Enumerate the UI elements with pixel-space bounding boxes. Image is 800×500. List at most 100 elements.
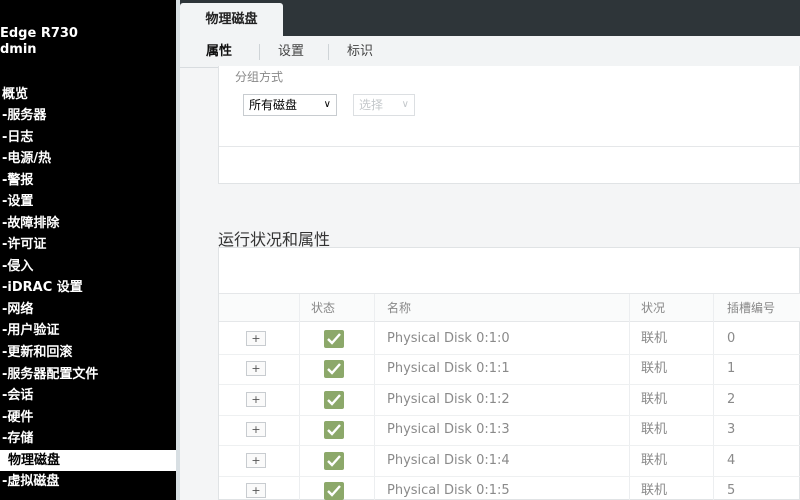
status-ok-icon (324, 330, 344, 348)
sidebar-item-intrusion[interactable]: -侵入 (0, 256, 176, 277)
disk-slot: 5 (727, 483, 736, 498)
chevron-down-icon: ∨ (323, 99, 331, 110)
disk-state: 联机 (641, 361, 668, 376)
app-root: Edge R730 dmin 概览 -服务器 -日志 -电源/热 -警报 -设置… (0, 0, 800, 500)
sidebar-item-server[interactable]: -服务器 (0, 105, 176, 126)
sidebar-item-hardware[interactable]: -硬件 (0, 407, 176, 428)
disk-slot: 3 (727, 422, 736, 437)
subnav-setup[interactable]: 设置 (278, 36, 304, 68)
sidebar-item-label: -警报 (2, 173, 34, 188)
sidebar-item-overview[interactable]: 概览 (0, 84, 176, 105)
table-row: + Physical Disk 0:1:5 联机 5 (219, 477, 800, 500)
table-toolbar (219, 248, 800, 294)
header-state[interactable]: 状况 (641, 294, 665, 322)
expand-button[interactable]: + (246, 331, 266, 346)
disk-name: Physical Disk 0:1:4 (387, 453, 510, 468)
disk-table: 状态 名称 状况 插槽编号 + Physical Disk 0:1:0 联机 0 (218, 247, 800, 500)
sidebar-item-power-thermal[interactable]: -电源/热 (0, 148, 176, 169)
disk-name: Physical Disk 0:1:5 (387, 483, 510, 498)
expand-button[interactable]: + (246, 392, 266, 407)
sidebar-item-alerts[interactable]: -警报 (0, 170, 176, 191)
sidebar-item-physical-disks[interactable]: 物理磁盘 (0, 450, 176, 471)
main-panel: 分组方式 所有磁盘 ∨ 选择 ∨ 运行状况和属性 状态 名称 状况 插槽编号 +… (180, 66, 800, 500)
disk-slot: 4 (727, 453, 736, 468)
table-row: + Physical Disk 0:1:1 联机 1 (219, 355, 800, 385)
disk-state: 联机 (641, 483, 668, 498)
brand-model: Edge R730 (0, 26, 78, 41)
disk-slot: 1 (727, 361, 736, 376)
sidebar-item-troubleshooting[interactable]: -故障排除 (0, 213, 176, 234)
expand-button[interactable]: + (246, 483, 266, 498)
sidebar-item-server-profile[interactable]: -服务器配置文件 (0, 364, 176, 385)
subnav-separator (328, 44, 329, 60)
disk-name: Physical Disk 0:1:1 (387, 361, 510, 376)
sidebar-item-storage[interactable]: -存储 (0, 428, 176, 449)
sidebar-item-update-rollback[interactable]: -更新和回滚 (0, 342, 176, 363)
disk-slot: 2 (727, 392, 736, 407)
table-row: + Physical Disk 0:1:2 联机 2 (219, 386, 800, 416)
sidebar-item-label: -会话 (2, 388, 34, 403)
header-status[interactable]: 状态 (311, 294, 335, 322)
subnav: 属性 设置 标识 (180, 36, 800, 68)
subnav-properties[interactable]: 属性 (206, 36, 232, 68)
sidebar-item-network[interactable]: -网络 (0, 299, 176, 320)
subnav-separator (259, 44, 260, 60)
expand-button[interactable]: + (246, 422, 266, 437)
groupby-label: 分组方式 (235, 70, 284, 84)
sidebar-item-label: 物理磁盘 (8, 453, 61, 468)
sidebar-item-sessions[interactable]: -会话 (0, 385, 176, 406)
group-select[interactable]: 所有磁盘 ∨ (243, 94, 337, 116)
choose-select[interactable]: 选择 ∨ (353, 94, 415, 116)
sidebar-item-label: -日志 (2, 130, 34, 145)
subnav-identify[interactable]: 标识 (347, 36, 373, 68)
content-area: 物理磁盘 属性 设置 标识 分组方式 所有磁盘 ∨ 选择 ∨ 运行状况和属性 状… (180, 0, 800, 500)
disk-state: 联机 (641, 331, 668, 346)
sidebar-item-label: -侵入 (2, 259, 34, 274)
sidebar-item-label: -用户验证 (2, 323, 60, 338)
sidebar-item-label: -故障排除 (2, 216, 60, 231)
disk-name: Physical Disk 0:1:2 (387, 392, 510, 407)
sidebar-item-label: -电源/热 (2, 151, 52, 166)
sidebar-item-licenses[interactable]: -许可证 (0, 234, 176, 255)
sidebar-item-idrac-settings[interactable]: -iDRAC 设置 (0, 277, 176, 298)
status-ok-icon (324, 482, 344, 500)
status-ok-icon (324, 452, 344, 470)
table-row: + Physical Disk 0:1:4 联机 4 (219, 447, 800, 477)
header-name[interactable]: 名称 (387, 294, 411, 322)
sidebar-item-label: -更新和回滚 (2, 345, 73, 360)
panel-divider (219, 146, 800, 147)
sidebar: Edge R730 dmin 概览 -服务器 -日志 -电源/热 -警报 -设置… (0, 0, 176, 500)
sidebar-item-label: 概览 (2, 87, 29, 102)
sidebar-item-logs[interactable]: -日志 (0, 127, 176, 148)
choose-select-value: 选择 (359, 98, 384, 112)
brand: Edge R730 dmin (0, 26, 78, 58)
disk-state: 联机 (641, 392, 668, 407)
disk-slot: 0 (727, 331, 736, 346)
disk-name: Physical Disk 0:1:0 (387, 331, 510, 346)
sidebar-item-label: -虚拟磁盘 (2, 474, 60, 489)
sidebar-item-virtual-disks[interactable]: -虚拟磁盘 (0, 471, 176, 492)
group-select-value: 所有磁盘 (249, 98, 298, 112)
sidebar-item-label: -存储 (2, 431, 34, 446)
table-row: + Physical Disk 0:1:3 联机 3 (219, 416, 800, 446)
status-ok-icon (324, 391, 344, 409)
disk-name: Physical Disk 0:1:3 (387, 422, 510, 437)
header-slot[interactable]: 插槽编号 (727, 294, 775, 322)
sidebar-item-user-auth[interactable]: -用户验证 (0, 320, 176, 341)
expand-button[interactable]: + (246, 361, 266, 376)
sidebar-item-label: -硬件 (2, 410, 34, 425)
disk-state: 联机 (641, 422, 668, 437)
table-row: + Physical Disk 0:1:0 联机 0 (219, 325, 800, 355)
chevron-down-icon: ∨ (401, 99, 409, 110)
status-ok-icon (324, 421, 344, 439)
filter-panel: 分组方式 所有磁盘 ∨ 选择 ∨ (218, 66, 800, 184)
sidebar-item-label: -设置 (2, 194, 34, 209)
sidebar-item-label: -服务器配置文件 (2, 367, 99, 382)
expand-button[interactable]: + (246, 453, 266, 468)
sidebar-item-settings[interactable]: -设置 (0, 191, 176, 212)
disk-state: 联机 (641, 453, 668, 468)
sidebar-item-label: -iDRAC 设置 (2, 280, 83, 295)
status-ok-icon (324, 360, 344, 378)
sidebar-item-label: -许可证 (2, 237, 47, 252)
sidebar-item-label: -服务器 (2, 108, 47, 123)
